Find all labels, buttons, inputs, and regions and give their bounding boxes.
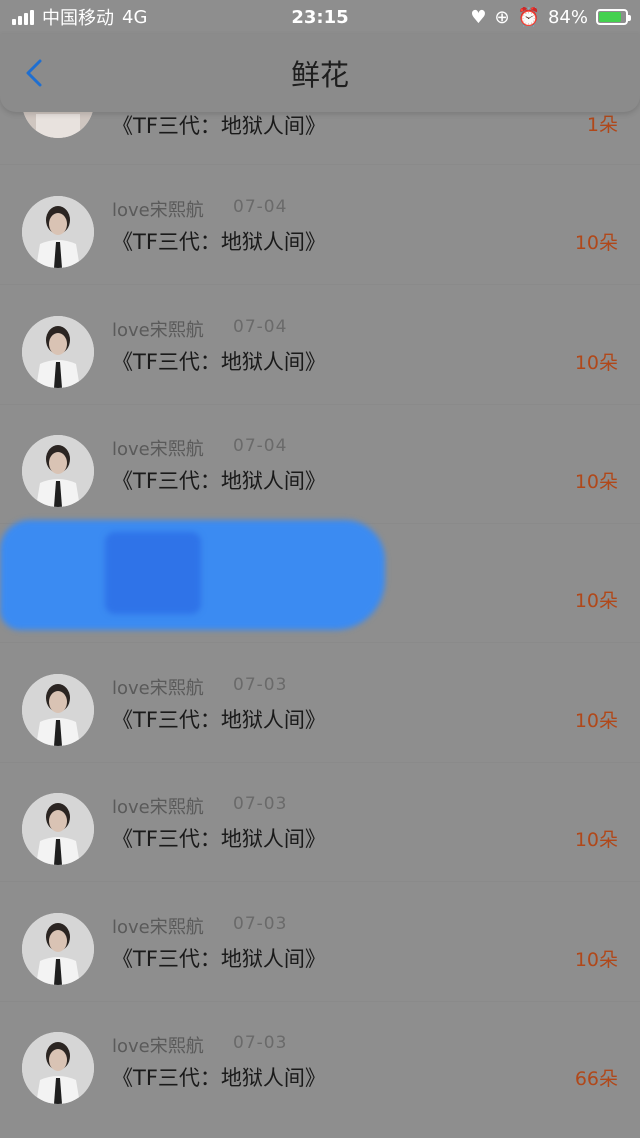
list-item[interactable]: love宋熙航 07-03 《TF三代：地狱人间》 66朵 xyxy=(0,1002,640,1121)
chevron-left-icon xyxy=(26,59,42,87)
row-amount: 10朵 xyxy=(574,232,618,254)
row-amount: 10朵 xyxy=(574,590,618,612)
avatar-photo-icon xyxy=(22,793,94,865)
avatar-photo-icon xyxy=(22,1032,94,1104)
page-title: 鲜花 xyxy=(290,58,349,92)
row-date: 07-04 xyxy=(233,197,288,217)
row-amount: 10朵 xyxy=(574,829,618,851)
row-title: 《TF三代：地狱人间》 xyxy=(112,947,326,971)
row-date: 07-03 xyxy=(233,794,288,814)
row-amount: 66朵 xyxy=(574,1068,618,1090)
avatar-photo-icon xyxy=(22,435,94,507)
list-item[interactable]: love宋熙航 07-03 《TF三代：地狱人间》 10朵 xyxy=(0,763,640,882)
row-title: 《TF三代：地狱人间》 xyxy=(112,708,326,732)
list-item[interactable]: love宋熙航 07-03 《TF三代：地狱人间》 10朵 xyxy=(0,883,640,1002)
status-time: 23:15 xyxy=(291,6,349,28)
network-label: 4G xyxy=(122,6,148,28)
row-amount: 1朵 xyxy=(586,114,618,136)
avatar-photo-icon xyxy=(22,913,94,985)
avatar xyxy=(22,435,94,507)
row-date: 07-04 xyxy=(233,317,288,337)
avatar-photo-icon xyxy=(22,674,94,746)
row-amount: 10朵 xyxy=(574,710,618,732)
row-date: 07-03 xyxy=(233,1033,288,1053)
signal-icon xyxy=(12,9,34,25)
row-date: 07-03 xyxy=(233,914,288,934)
avatar-photo-icon xyxy=(22,316,94,388)
row-title: 《TF三代：地狱人间》 xyxy=(112,114,326,138)
row-username: love宋熙航 xyxy=(112,917,204,938)
row-amount: 10朵 xyxy=(574,471,618,493)
back-button[interactable] xyxy=(20,58,50,88)
navigation-bar: 鲜花 xyxy=(0,34,640,112)
redaction-blur-avatar xyxy=(105,532,201,614)
row-username: love宋熙航 xyxy=(112,439,204,460)
row-amount: 10朵 xyxy=(574,352,618,374)
alarm-icon: ⏰ xyxy=(517,6,540,28)
row-username: love宋熙航 xyxy=(112,200,204,221)
row-title: 《TF三代：地狱人间》 xyxy=(112,827,326,851)
battery-charging-icon xyxy=(596,9,631,25)
row-title: 《TF三代：地狱人间》 xyxy=(112,350,326,374)
avatar xyxy=(22,316,94,388)
row-date: 07-03 xyxy=(233,675,288,695)
list-item[interactable]: love宋熙航 07-04 《TF三代：地狱人间》 10朵 xyxy=(0,405,640,524)
avatar xyxy=(22,674,94,746)
row-username: love宋熙航 xyxy=(112,797,204,818)
row-username: love宋熙航 xyxy=(112,320,204,341)
list-item[interactable]: love宋熙航 07-04 《TF三代：地狱人间》 10朵 xyxy=(0,166,640,285)
avatar xyxy=(22,196,94,268)
avatar-photo-icon xyxy=(22,196,94,268)
row-title: 《TF三代：地狱人间》 xyxy=(112,230,326,254)
avatar xyxy=(22,913,94,985)
avatar xyxy=(22,1032,94,1104)
row-username: love宋熙航 xyxy=(112,1036,204,1057)
orientation-lock-icon: ⊕ xyxy=(494,6,510,28)
row-title: 《TF三代：地狱人间》 xyxy=(112,469,326,493)
list-item[interactable]: love宋熙航 07-04 《TF三代：地狱人间》 10朵 xyxy=(0,286,640,405)
row-amount: 10朵 xyxy=(574,949,618,971)
heart-icon: ♥ xyxy=(470,6,487,28)
status-bar: 中国移动 4G 23:15 ♥ ⊕ ⏰ 84% xyxy=(0,0,640,34)
carrier-label: 中国移动 xyxy=(42,8,114,29)
battery-percent: 84% xyxy=(547,6,588,28)
row-title: 《TF三代：地狱人间》 xyxy=(112,1066,326,1090)
row-username: love宋熙航 xyxy=(112,678,204,699)
row-date: 07-04 xyxy=(233,436,288,456)
avatar xyxy=(22,793,94,865)
list-item[interactable]: love宋熙航 07-03 《TF三代：地狱人间》 10朵 xyxy=(0,644,640,763)
